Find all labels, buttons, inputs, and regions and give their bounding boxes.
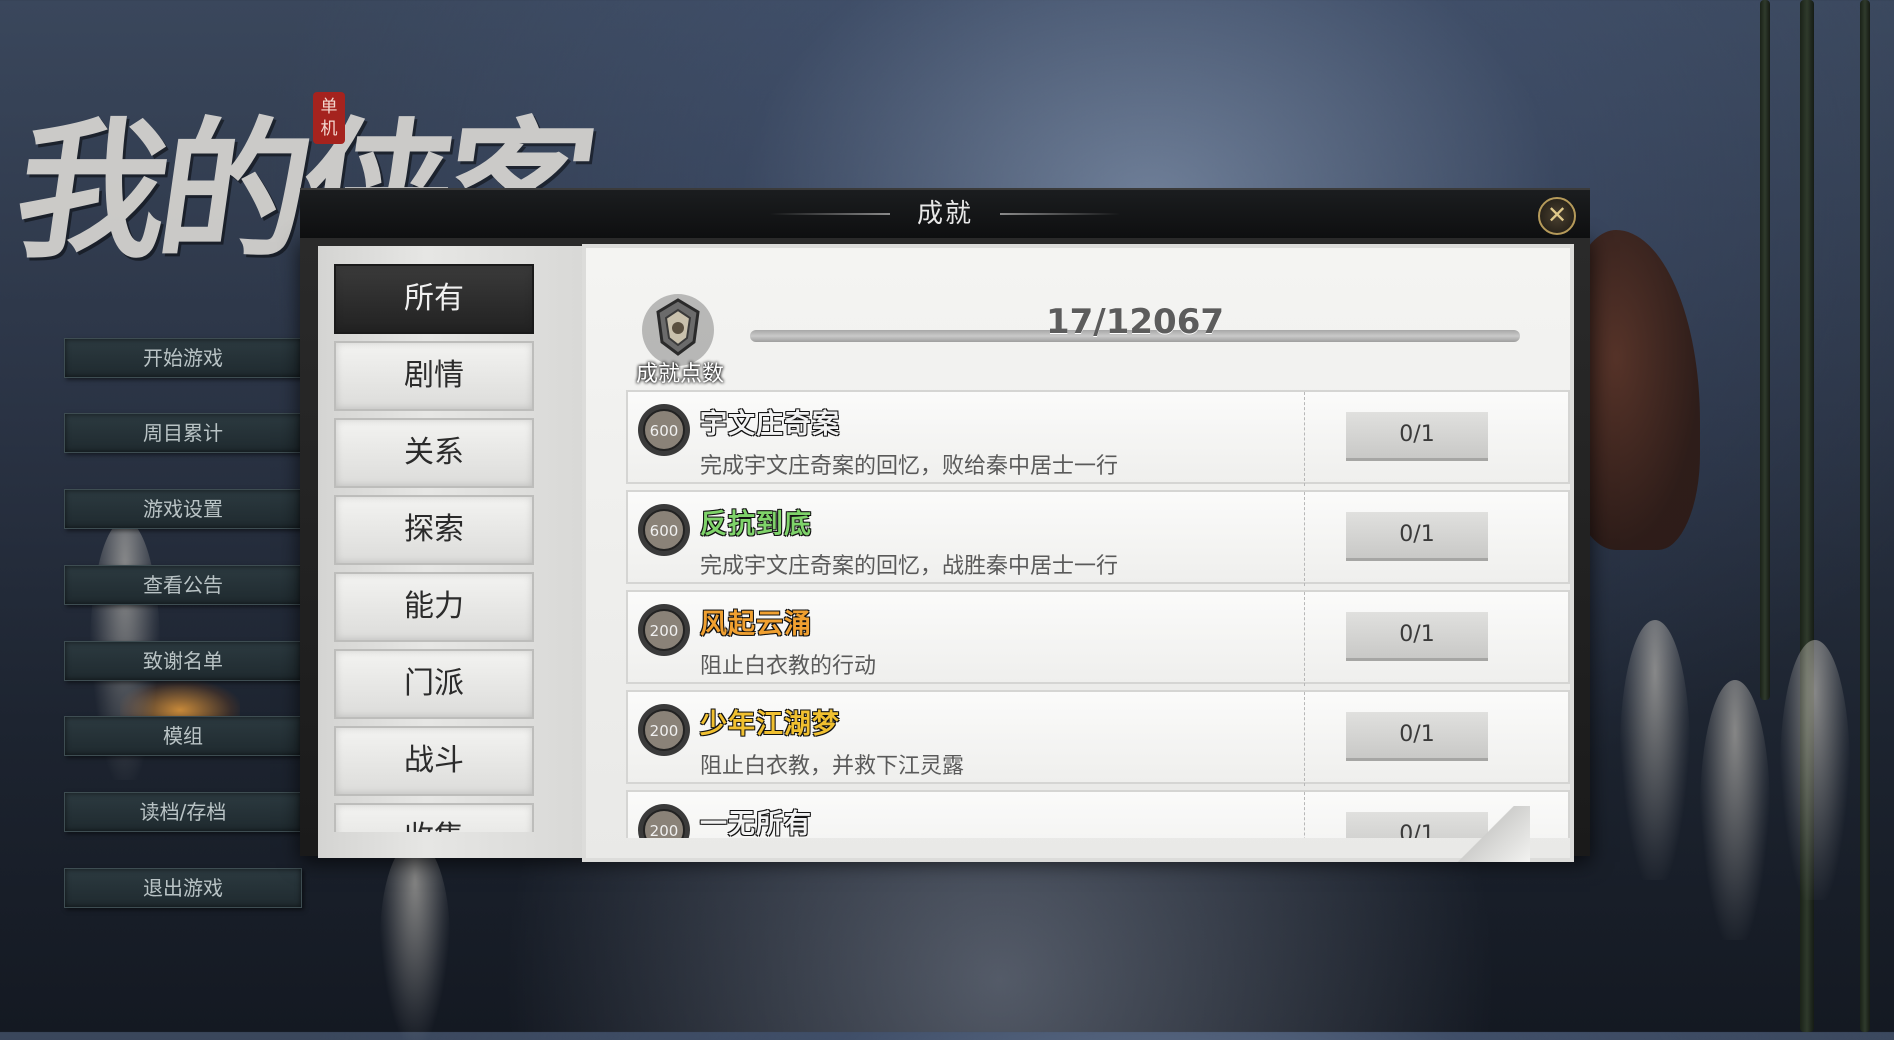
row-divider (1304, 492, 1305, 586)
achievement-row[interactable]: 600 反抗到底 完成宇文庄奇案的回忆，战胜秦中居士一行 0/1 (626, 490, 1570, 586)
reed-plume (1620, 620, 1690, 880)
achievement-progress: 0/1 (1346, 412, 1488, 461)
bamboo-stalk (1860, 0, 1870, 1032)
achievement-badge-icon: 200 (638, 804, 690, 838)
category-tabs: 所有 剧情 关系 探索 能力 门派 战斗 收集 (298, 260, 588, 832)
achievement-row[interactable]: 200 一无所有 0/1 (626, 790, 1570, 838)
achievement-progress: 0/1 (1346, 612, 1488, 661)
reed-plume (1700, 680, 1770, 940)
achievement-row[interactable]: 200 少年江湖梦 阻止白衣教，并救下江灵露 0/1 (626, 690, 1570, 786)
achievement-progress: 0/1 (1346, 712, 1488, 761)
reed-plume (1780, 640, 1850, 900)
menu-start-game[interactable]: 开始游戏 (64, 338, 302, 378)
menu-settings[interactable]: 游戏设置 (64, 489, 302, 529)
tab-collection[interactable]: 收集 (334, 803, 534, 832)
achievement-name: 少年江湖梦 (700, 709, 840, 740)
tab-story[interactable]: 剧情 (334, 341, 534, 411)
menu-save-load[interactable]: 读档/存档 (64, 792, 302, 832)
window-titlebar: 成就 ✕ (300, 188, 1590, 238)
row-divider (1304, 792, 1305, 838)
menu-mods[interactable]: 模组 (64, 716, 302, 756)
achievement-badge-icon: 200 (638, 604, 690, 656)
menu-announcements[interactable]: 查看公告 (64, 565, 302, 605)
tab-combat[interactable]: 战斗 (334, 726, 534, 796)
achievement-badge-icon: 600 (638, 404, 690, 456)
achievement-row[interactable]: 200 风起云涌 阻止白衣教的行动 0/1 (626, 590, 1570, 686)
achievement-name: 风起云涌 (700, 609, 812, 640)
badge-points: 200 (650, 722, 679, 740)
badge-points: 200 (650, 822, 679, 838)
tab-ability[interactable]: 能力 (334, 572, 534, 642)
badge-points: 600 (650, 522, 679, 540)
achievement-badge-icon: 200 (638, 704, 690, 756)
achievement-name: 宇文庄奇案 (700, 409, 840, 440)
logo-seal: 单机 (313, 92, 345, 144)
achievement-progress: 0/1 (1346, 512, 1488, 561)
badge-points: 200 (650, 622, 679, 640)
row-divider (1304, 592, 1305, 686)
tab-sect[interactable]: 门派 (334, 649, 534, 719)
page-curl (1440, 806, 1530, 862)
achievement-desc: 阻止白衣教的行动 (700, 654, 877, 679)
achievement-list[interactable]: 600 宇文庄奇案 完成宇文庄奇案的回忆，败给秦中居士一行 0/1 600 反抗… (626, 390, 1572, 838)
achievement-row[interactable]: 600 宇文庄奇案 完成宇文庄奇案的回忆，败给秦中居士一行 0/1 (626, 390, 1570, 486)
tab-all[interactable]: 所有 (334, 264, 534, 334)
achievement-name: 反抗到底 (700, 509, 812, 540)
achievement-points: 成就点数 17/12067 (630, 290, 1570, 390)
menu-cycle-total[interactable]: 周目累计 (64, 413, 302, 453)
achievement-name: 一无所有 (700, 809, 812, 838)
window-title: 成就 (916, 199, 973, 229)
row-divider (1304, 392, 1305, 486)
points-value: 17/12067 (1045, 302, 1225, 342)
close-icon[interactable]: ✕ (1538, 197, 1576, 235)
row-divider (1304, 692, 1305, 786)
tab-relations[interactable]: 关系 (334, 418, 534, 488)
points-label: 成就点数 (635, 362, 724, 387)
achievement-desc: 完成宇文庄奇案的回忆，战胜秦中居士一行 (700, 554, 1119, 579)
bamboo-stalk (1760, 0, 1770, 700)
menu-quit-game[interactable]: 退出游戏 (64, 868, 302, 908)
badge-points: 600 (650, 422, 679, 440)
achievement-desc: 阻止白衣教，并救下江灵露 (700, 754, 965, 779)
menu-credits[interactable]: 致谢名单 (64, 641, 302, 681)
achievement-desc: 完成宇文庄奇案的回忆，败给秦中居士一行 (700, 454, 1119, 479)
achievement-badge-icon: 600 (638, 504, 690, 556)
tab-explore[interactable]: 探索 (334, 495, 534, 565)
